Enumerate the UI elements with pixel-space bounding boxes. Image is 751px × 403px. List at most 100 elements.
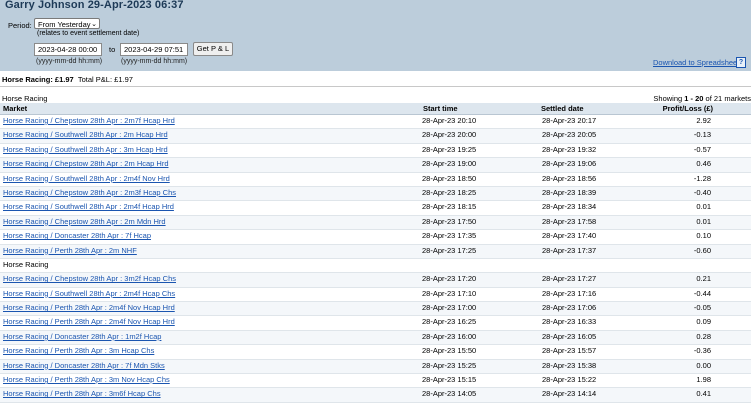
header-panel: Garry Johnson 29-Apr-2023 06:37 Period: … [0,0,751,71]
download-spreadsheet-link[interactable]: Download to Spreadsheet [653,58,739,67]
profit-loss-cell: 0.41 [696,389,711,399]
header-start-time[interactable]: Start time [423,103,458,114]
header-profit-loss[interactable]: Profit/Loss (£) [663,103,713,114]
get-pl-button[interactable]: Get P & L [193,42,233,56]
table-row: Horse Racing / Doncaster 28th Apr : 1m2f… [0,330,751,346]
showing-count: Showing 1 - 20 of 21 markets [653,94,751,103]
start-time-cell: 28-Apr-23 17:35 [422,231,477,241]
settled-date-cell: 28-Apr-23 17:16 [542,288,597,298]
start-time-cell: 28-Apr-23 18:15 [422,202,477,212]
period-label: Period: [8,21,32,30]
table-row: Horse Racing / Perth 28th Apr : 3m6f Hca… [0,388,751,403]
market-cell: Horse Racing / Chepstow 28th Apr : 2m Md… [3,216,166,228]
start-time-cell: 28-Apr-23 14:05 [422,389,477,399]
start-time-cell: 28-Apr-23 15:25 [422,360,477,370]
profit-loss-cell: 0.10 [696,231,711,241]
market-link[interactable]: Horse Racing / Perth 28th Apr : 3m Hcap … [3,346,154,355]
start-time-cell: 28-Apr-23 17:50 [422,216,477,226]
profit-loss-cell: 0.01 [696,202,711,212]
showing-suffix: of 21 markets [703,94,751,103]
market-link[interactable]: Horse Racing / Perth 28th Apr : 2m4f Nov… [3,317,175,326]
profit-loss-cell: -0.44 [693,288,711,298]
market-cell: Horse Racing / Perth 28th Apr : 3m Nov H… [3,374,170,386]
settled-date-cell: 28-Apr-23 15:38 [542,360,597,370]
table-row: Horse Racing / Perth 28th Apr : 2m4f Nov… [0,302,751,317]
section-title: Horse Racing [2,94,48,103]
settled-date-cell: 28-Apr-23 17:37 [542,245,597,255]
table-header: Market Start time Settled date Profit/Lo… [0,103,751,115]
market-cell: Horse Racing / Southwell 28th Apr : 3m H… [3,144,168,156]
table-row: Horse Racing / Southwell 28th Apr : 3m H… [0,144,751,159]
start-time-cell: 28-Apr-23 15:15 [422,375,477,385]
market-link[interactable]: Horse Racing / Perth 28th Apr : 3m6f Hca… [3,389,161,398]
to-label: to [109,45,116,54]
market-link[interactable]: Horse Racing / Doncaster 28th Apr : 7f M… [3,361,165,370]
pl-summary: Horse Racing: £1.97 Total P&L: £1.97 [2,75,133,84]
table-row: Horse Racing / Southwell 28th Apr : 2m H… [0,129,751,144]
profit-loss-cell: 0.21 [696,274,711,284]
settled-date-cell: 28-Apr-23 17:27 [542,274,597,284]
market-cell: Horse Racing / Doncaster 28th Apr : 7f H… [3,230,151,242]
settled-date-cell: 28-Apr-23 17:58 [542,216,597,226]
header-market[interactable]: Market [3,103,27,114]
to-date-input[interactable]: 2023-04-29 07:51 [120,43,188,56]
table-row: Horse Racing / Southwell 28th Apr : 2m4f… [0,201,751,216]
settled-date-cell: 28-Apr-23 19:06 [542,159,597,169]
settled-date-cell: 28-Apr-23 15:57 [542,346,597,356]
table-row: Horse Racing / Southwell 28th Apr : 2m4f… [0,173,751,187]
start-time-cell: 28-Apr-23 16:25 [422,317,477,327]
market-link[interactable]: Horse Racing / Southwell 28th Apr : 2m4f… [3,174,170,183]
header-settled-date[interactable]: Settled date [541,103,584,114]
start-time-cell: 28-Apr-23 20:00 [422,130,477,140]
market-link[interactable]: Horse Racing / Perth 28th Apr : 2m4f Nov… [3,303,175,312]
market-link[interactable]: Horse Racing / Perth 28th Apr : 3m Nov H… [3,375,170,384]
profit-loss-cell: -0.60 [693,245,711,255]
market-link[interactable]: Horse Racing / Southwell 28th Apr : 2m4f… [3,202,174,211]
profit-loss-cell: 0.28 [696,331,711,341]
period-select[interactable]: From Yesterday ⌄ [34,18,100,29]
table-row: Horse Racing / Perth 28th Apr : 3m Hcap … [0,345,751,360]
help-icon[interactable]: ? [736,57,746,68]
profit-loss-cell: -0.36 [693,346,711,356]
table-row: Horse Racing / Chepstow 28th Apr : 2m Md… [0,215,751,231]
market-link[interactable]: Horse Racing / Chepstow 28th Apr : 2m Hc… [3,159,169,168]
table-row: Horse Racing / Chepstow 28th Apr : 2m3f … [0,186,751,202]
market-cell: Horse Racing / Chepstow 28th Apr : 2m3f … [3,187,176,199]
profit-loss-cell: 2.92 [696,116,711,125]
profit-loss-cell: -0.40 [693,187,711,197]
start-time-cell: 28-Apr-23 20:10 [422,116,477,125]
market-link[interactable]: Horse Racing / Chepstow 28th Apr : 2m7f … [3,116,175,125]
table-row: Horse Racing / Chepstow 28th Apr : 3m2f … [0,273,751,288]
period-select-value: From Yesterday [38,20,91,29]
from-date-input[interactable]: 2023-04-28 00:00 [34,43,102,56]
profit-loss-cell: 1.98 [696,375,711,385]
showing-prefix: Showing [653,94,685,103]
market-cell: Horse Racing / Perth 28th Apr : 3m6f Hca… [3,388,161,400]
start-time-cell: 28-Apr-23 19:00 [422,159,477,169]
market-link[interactable]: Horse Racing / Southwell 28th Apr : 3m H… [3,145,168,154]
table-row: Horse Racing / Perth 28th Apr : 3m Nov H… [0,374,751,389]
settled-date-cell: 28-Apr-23 19:32 [542,144,597,154]
group-label: Horse Racing [3,259,49,269]
market-link[interactable]: Horse Racing / Southwell 28th Apr : 2m4f… [3,289,175,298]
profit-loss-cell: 0.00 [696,360,711,370]
market-link[interactable]: Horse Racing / Perth 28th Apr : 2m NHF [3,246,137,255]
group-row: Horse Racing [0,259,751,274]
table-row: Horse Racing / Chepstow 28th Apr : 2m7f … [0,115,751,130]
table-row: Horse Racing / Doncaster 28th Apr : 7f H… [0,230,751,245]
market-cell: Horse Racing / Chepstow 28th Apr : 3m2f … [3,273,176,285]
market-link[interactable]: Horse Racing / Chepstow 28th Apr : 3m2f … [3,274,176,283]
market-link[interactable]: Horse Racing / Southwell 28th Apr : 2m H… [3,130,168,139]
market-link[interactable]: Horse Racing / Chepstow 28th Apr : 2m3f … [3,188,176,197]
settled-date-cell: 28-Apr-23 16:05 [542,331,597,341]
start-time-cell: 28-Apr-23 17:10 [422,288,477,298]
market-link[interactable]: Horse Racing / Doncaster 28th Apr : 7f H… [3,231,151,240]
profit-loss-cell: 0.46 [696,159,711,169]
settled-date-cell: 28-Apr-23 17:06 [542,303,597,313]
market-link[interactable]: Horse Racing / Chepstow 28th Apr : 2m Md… [3,217,166,226]
settled-date-cell: 28-Apr-23 18:39 [542,187,597,197]
market-cell: Horse Racing / Perth 28th Apr : 3m Hcap … [3,345,154,357]
market-cell: Horse Racing / Southwell 28th Apr : 2m4f… [3,173,170,185]
settled-date-cell: 28-Apr-23 16:33 [542,317,597,327]
market-link[interactable]: Horse Racing / Doncaster 28th Apr : 1m2f… [3,332,161,341]
